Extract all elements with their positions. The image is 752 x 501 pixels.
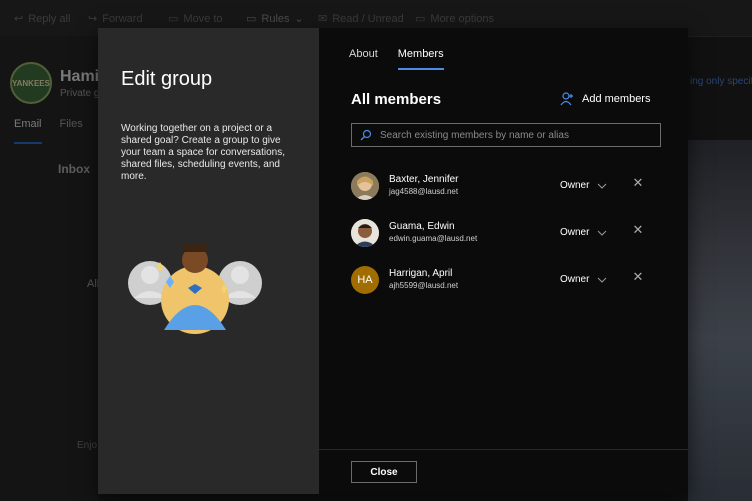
- member-search-box[interactable]: [351, 123, 661, 147]
- edit-group-dialog: Edit group Working together on a project…: [98, 28, 688, 494]
- group-illustration: [128, 244, 262, 334]
- member-name: Harrigan, April: [389, 268, 453, 279]
- close-icon: ✕: [632, 222, 644, 237]
- member-photo: [351, 172, 379, 200]
- close-button[interactable]: Close: [351, 461, 417, 483]
- avatar: [351, 172, 379, 200]
- member-role-dropdown[interactable]: Owner: [560, 180, 607, 191]
- remove-member-button[interactable]: ✕: [631, 223, 645, 237]
- member-email: jag4588@lausd.net: [389, 187, 459, 196]
- member-role-dropdown[interactable]: Owner: [560, 227, 607, 238]
- dialog-info-panel: Edit group Working together on a project…: [98, 28, 319, 494]
- dialog-tabs: About Members: [349, 48, 444, 70]
- dialog-members-panel: About Members All members Add members Se…: [319, 28, 688, 494]
- close-icon: ✕: [632, 175, 644, 190]
- member-name: Baxter, Jennifer: [389, 174, 459, 185]
- dialog-footer: Close: [319, 449, 688, 495]
- all-members-heading: All members: [351, 91, 442, 108]
- avatar: [351, 219, 379, 247]
- add-members-button[interactable]: Add members: [560, 92, 650, 106]
- member-email: edwin.guama@lausd.net: [389, 234, 478, 243]
- close-icon: ✕: [632, 269, 644, 284]
- tab-members[interactable]: Members: [397, 48, 444, 70]
- dialog-title: Edit group: [121, 68, 213, 90]
- search-input[interactable]: [378, 128, 642, 142]
- avatar: HA: [351, 266, 379, 294]
- avatar-initials: HA: [357, 274, 373, 286]
- dialog-description: Working together on a project or a share…: [121, 123, 285, 182]
- member-name: Guama, Edwin: [389, 221, 455, 232]
- member-row: Baxter, Jennifer jag4588@lausd.net Owner…: [351, 170, 651, 202]
- add-person-icon: [560, 92, 573, 106]
- remove-member-button[interactable]: ✕: [631, 176, 645, 190]
- tab-about[interactable]: About: [349, 48, 378, 70]
- search-icon: [360, 129, 372, 141]
- member-role-dropdown[interactable]: Owner: [560, 274, 607, 285]
- member-row: HA Harrigan, April ajh5599@lausd.net Own…: [351, 264, 651, 296]
- member-photo: [351, 219, 379, 247]
- member-row: Guama, Edwin edwin.guama@lausd.net Owner…: [351, 217, 651, 249]
- member-email: ajh5599@lausd.net: [389, 281, 459, 290]
- chevron-down-icon: [598, 277, 607, 283]
- chevron-down-icon: [598, 183, 607, 189]
- chevron-down-icon: [598, 230, 607, 236]
- remove-member-button[interactable]: ✕: [631, 270, 645, 284]
